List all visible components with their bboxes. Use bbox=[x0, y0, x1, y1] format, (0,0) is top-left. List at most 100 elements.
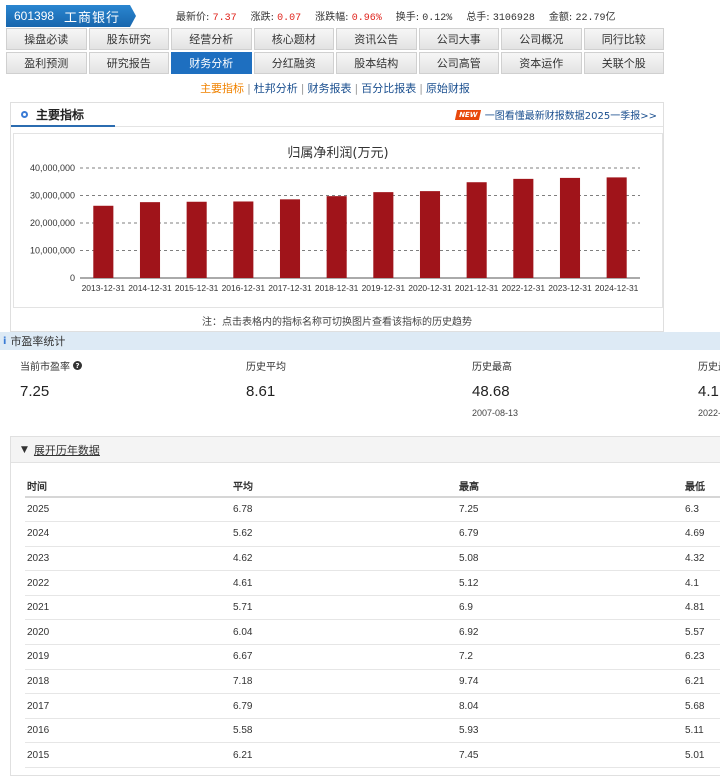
nav-item[interactable]: 关联个股 bbox=[583, 52, 664, 74]
table-cell: 5.08 bbox=[457, 546, 683, 572]
table-cell: 6.04 bbox=[231, 619, 457, 646]
nav-item[interactable]: 操盘必读 bbox=[6, 28, 87, 50]
stat-date: 2007-08-13 bbox=[472, 408, 519, 418]
stat-value: 4.1 bbox=[698, 383, 719, 400]
table-cell: 6.21 bbox=[683, 669, 720, 695]
nav-item[interactable]: 研究报告 bbox=[88, 52, 169, 74]
table-row: 2022 4.61 5.12 4.1 bbox=[25, 570, 720, 596]
table-cell: 8.04 bbox=[457, 693, 683, 719]
table-cell: 6.23 bbox=[683, 644, 720, 670]
nav-item[interactable]: 股本结构 bbox=[336, 52, 417, 74]
table-cell: 2023 bbox=[25, 546, 231, 572]
quote-values: 最新价: 7.37 涨跌: 0.07 涨跌幅: 0.96% 换手: 0.12% … bbox=[176, 8, 629, 24]
stat-label: 历史平均 bbox=[246, 362, 286, 373]
subtab-dupont[interactable]: 杜邦分析 bbox=[251, 80, 301, 96]
chart-bar bbox=[186, 201, 207, 278]
panel-title: 主要指标 bbox=[17, 106, 84, 123]
nav-item[interactable]: 盈利预测 bbox=[6, 52, 87, 74]
subtab-statements[interactable]: 财务报表 bbox=[305, 80, 355, 96]
table-cell: 6.3 bbox=[683, 497, 720, 523]
table-cell: 6.9 bbox=[457, 595, 683, 621]
table-cell: 5.68 bbox=[683, 693, 720, 719]
pe-stats: 当前市盈率? 7.25 历史平均 8.61 历史最高 48.68 2007-08… bbox=[0, 358, 720, 430]
stat-value: 48.68 bbox=[472, 383, 510, 400]
table-cell: 2019 bbox=[25, 644, 231, 670]
table-cell: 7.45 bbox=[457, 742, 683, 769]
quote-turnover: 换手: 0.12% bbox=[395, 12, 453, 24]
x-tick-label: 2017-12-31 bbox=[268, 283, 312, 293]
table-cell: 4.61 bbox=[231, 570, 457, 596]
table-cell: 2025 bbox=[25, 497, 231, 523]
x-tick-label: 2022-12-31 bbox=[502, 283, 546, 293]
subtab-main-indicators[interactable]: 主要指标 bbox=[197, 80, 247, 96]
main-indicators-panel: 主要指标 NEW 一图看懂最新财报数据2025一季报>> 归属净利润(万元) 0… bbox=[10, 102, 664, 332]
table-cell: 6.92 bbox=[457, 619, 683, 646]
y-tick-label: 0 bbox=[70, 273, 75, 283]
table-cell: 2018 bbox=[25, 669, 231, 695]
nav-item[interactable]: 资讯公告 bbox=[336, 28, 417, 50]
subtab-raw-reports[interactable]: 原始财报 bbox=[423, 80, 473, 96]
net-profit-chart[interactable]: 归属净利润(万元) 0 10,000,000 20,000,000 30,000,00… bbox=[13, 133, 663, 308]
table-cell: 2021 bbox=[25, 595, 231, 621]
stat-current-pe: 当前市盈率? 7.25 bbox=[20, 358, 82, 400]
panel-title-text: 主要指标 bbox=[36, 108, 85, 122]
x-tick-label: 2019-12-31 bbox=[362, 283, 406, 293]
y-tick-label: 40,000,000 bbox=[30, 163, 75, 173]
table-cell: 4.62 bbox=[231, 546, 457, 572]
stat-label: 历史最高 bbox=[472, 362, 512, 373]
table-cell: 5.57 bbox=[683, 619, 720, 646]
nav-item[interactable]: 核心题材 bbox=[253, 28, 334, 50]
nav-item-financial-analysis[interactable]: 财务分析 bbox=[171, 52, 252, 74]
nav-item[interactable]: 股东研究 bbox=[88, 28, 169, 50]
stock-quote-bar: 601398 工商银行 最新价: 7.37 涨跌: 0.07 涨跌幅: 0.96… bbox=[6, 4, 664, 28]
stock-name: 工商银行 bbox=[64, 10, 121, 26]
nav-item[interactable]: 分红融资 bbox=[253, 52, 334, 74]
table-row: 2016 5.58 5.93 5.11 bbox=[25, 718, 720, 744]
nav-item[interactable]: 同行比较 bbox=[583, 28, 664, 50]
stat-label: 历史最低 bbox=[698, 362, 720, 373]
y-tick-label: 30,000,000 bbox=[30, 191, 75, 201]
table-row: 2023 4.62 5.08 4.32 bbox=[25, 546, 720, 572]
panel-header: 主要指标 NEW 一图看懂最新财报数据2025一季报>> bbox=[11, 103, 663, 127]
x-tick-label: 2024-12-31 bbox=[595, 283, 639, 293]
x-tick-label: 2015-12-31 bbox=[175, 283, 219, 293]
nav-item[interactable]: 公司大事 bbox=[418, 28, 499, 50]
stock-tag[interactable]: 601398 工商银行 bbox=[6, 5, 136, 27]
nav-item[interactable]: 资本运作 bbox=[501, 52, 582, 74]
table-row: 2024 5.62 6.79 4.69 bbox=[25, 521, 720, 547]
question-icon[interactable]: ? bbox=[73, 361, 82, 370]
expand-history-toggle[interactable]: ▼ 展开历年数据 bbox=[11, 437, 720, 463]
x-tick-label: 2014-12-31 bbox=[128, 283, 172, 293]
circle-icon bbox=[21, 111, 28, 118]
promo-text: 一图看懂最新财报数据2025一季报>> bbox=[484, 111, 657, 122]
page: 601398 工商银行 最新价: 7.37 涨跌: 0.07 涨跌幅: 0.96… bbox=[0, 0, 720, 776]
chart-canvas: 0 10,000,000 20,000,000 30,000,000 40,000,00… bbox=[30, 163, 640, 293]
table-header-row: 时间 平均 最高 最低 bbox=[25, 475, 720, 498]
table-row: 2019 6.67 7.2 6.23 bbox=[25, 644, 720, 670]
nav-item[interactable]: 公司概况 bbox=[501, 28, 582, 50]
stock-code: 601398 bbox=[14, 9, 55, 23]
table-cell: 6.79 bbox=[457, 521, 683, 547]
stat-lowest-pe: 历史最低 4.1 2022-10-31 bbox=[698, 358, 720, 418]
table-cell: 5.62 bbox=[231, 521, 457, 547]
nav-row-1: 操盘必读 股东研究 经营分析 核心题材 资讯公告 公司大事 公司概况 同行比较 bbox=[6, 28, 664, 50]
table-cell: 7.18 bbox=[231, 669, 457, 695]
subtab-percent-statements[interactable]: 百分比报表 bbox=[358, 80, 419, 96]
chevron-down-icon: ▼ bbox=[21, 444, 28, 455]
nav-item[interactable]: 公司高管 bbox=[418, 52, 499, 74]
chart-bar bbox=[559, 177, 581, 278]
info-icon: i bbox=[3, 335, 7, 347]
table-row: 2018 7.18 9.74 6.21 bbox=[25, 669, 720, 695]
pe-section-title: 市盈率统计 bbox=[10, 335, 66, 348]
table-cell: 7.2 bbox=[457, 644, 683, 670]
table-cell: 5.11 bbox=[683, 718, 720, 744]
table-cell: 6.78 bbox=[231, 497, 457, 523]
report-promo-link[interactable]: NEW 一图看懂最新财报数据2025一季报>> bbox=[455, 107, 657, 122]
main-nav: 操盘必读 股东研究 经营分析 核心题材 资讯公告 公司大事 公司概况 同行比较 … bbox=[6, 28, 664, 76]
table-cell: 2015 bbox=[25, 742, 231, 769]
column-header: 最高 bbox=[457, 475, 683, 498]
nav-item[interactable]: 经营分析 bbox=[171, 28, 252, 50]
quote-latest: 最新价: 7.37 bbox=[176, 12, 237, 24]
table-row: 2020 6.04 6.92 5.57 bbox=[25, 619, 720, 646]
chart-bar bbox=[466, 182, 487, 278]
